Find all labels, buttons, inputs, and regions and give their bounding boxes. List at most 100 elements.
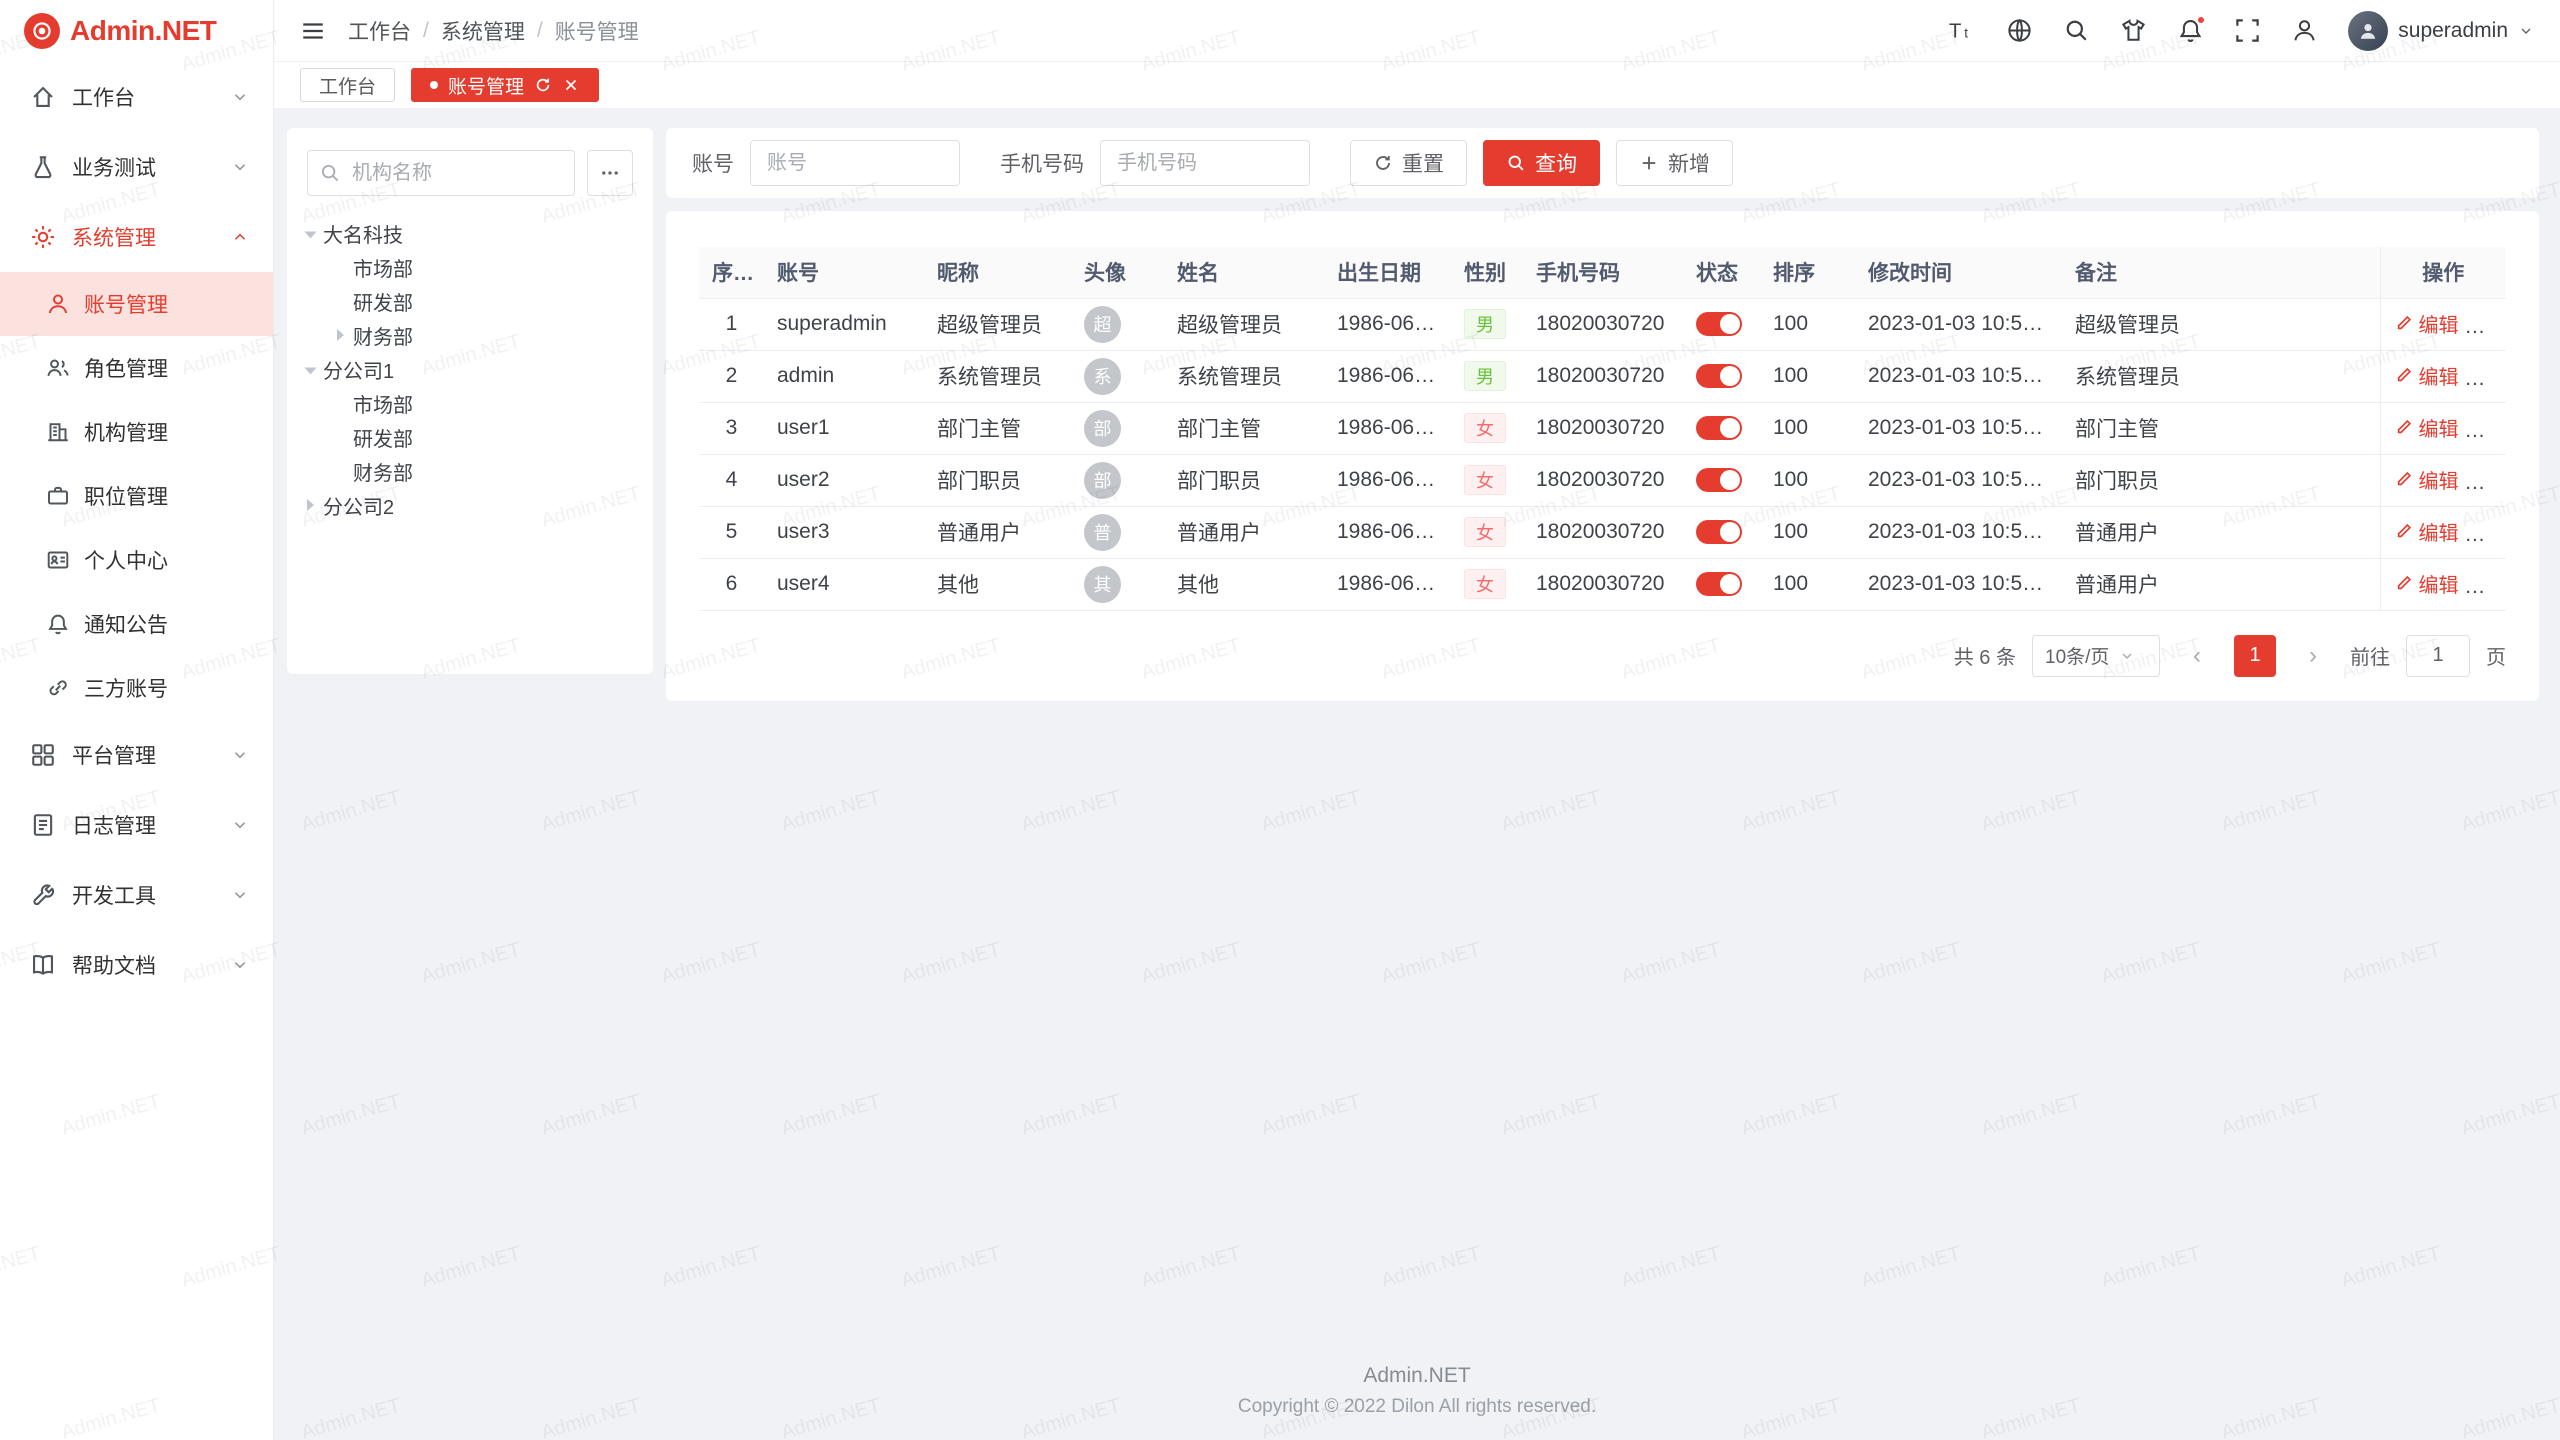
breadcrumb-item[interactable]: 系统管理 [441,16,525,46]
edit-button[interactable]: 编辑 [2394,413,2459,442]
font-size-icon[interactable]: Tt [1949,17,1976,44]
row-more-button[interactable] [2478,472,2500,494]
status-toggle[interactable] [1696,312,1742,336]
status-toggle[interactable] [1696,416,1742,440]
sidebar-item-label: 职位管理 [84,481,168,511]
cell-no: 3 [699,402,764,454]
sidebar-item-account-management[interactable]: 账号管理 [0,272,273,336]
plus-icon [1639,153,1659,173]
sidebar-item-business-test[interactable]: 业务测试 [0,132,273,202]
cell-nickname: 超级管理员 [924,298,1071,350]
table-row: 6 user4 其他 其 其他 1986-06-28 女 18020030720… [699,558,2506,610]
tab-account-management[interactable]: 账号管理 [411,68,599,102]
sidebar-item-personal-center[interactable]: 个人中心 [0,528,273,592]
goto-label: 前往 [2350,641,2390,670]
prev-page-button[interactable]: ‹ [2176,635,2218,677]
breadcrumb-item-current: 账号管理 [555,16,639,46]
row-more-button[interactable] [2478,368,2500,390]
caret-right-icon[interactable] [337,329,344,341]
profile-icon[interactable] [2291,17,2318,44]
tree-node[interactable]: 分公司2 [307,488,633,522]
edit-button[interactable]: 编辑 [2394,361,2459,390]
row-more-button[interactable] [2478,524,2500,546]
sidebar-item-workbench[interactable]: 工作台 [0,62,273,132]
sidebar: Admin.NET 工作台 业务测试 [0,0,274,1440]
tree-node[interactable]: 研发部 [307,420,633,454]
sidebar-item-dev-tools[interactable]: 开发工具 [0,860,273,930]
tree-node[interactable]: 财务部 [307,454,633,488]
edit-button-label: 编辑 [2419,309,2459,338]
edit-button[interactable]: 编辑 [2394,517,2459,546]
tree-node[interactable]: 市场部 [307,386,633,420]
add-button[interactable]: 新增 [1616,140,1733,186]
table-row: 2 admin 系统管理员 系 系统管理员 1986-06-28 男 18020… [699,350,2506,402]
sidebar-item-role-management[interactable]: 角色管理 [0,336,273,400]
cell-nickname: 普通用户 [924,506,1071,558]
row-more-button[interactable] [2478,316,2500,338]
cell-operations: 编辑 [2380,350,2506,402]
edit-button[interactable]: 编辑 [2394,569,2459,598]
sidebar-item-position-management[interactable]: 职位管理 [0,464,273,528]
notification-icon[interactable] [2177,17,2204,44]
edit-button[interactable]: 编辑 [2394,309,2459,338]
cell-remark: 普通用户 [2062,506,2380,558]
goto-page-input[interactable] [2406,635,2470,677]
tree-node[interactable]: 财务部 [307,318,633,352]
refresh-icon[interactable] [534,76,552,94]
status-toggle[interactable] [1696,520,1742,544]
account-filter-input[interactable] [750,140,960,186]
account-table: 序号 账号 昵称 头像 姓名 出生日期 性别 手机号码 状态 排序 修改时间 [699,247,2506,611]
status-toggle[interactable] [1696,572,1742,596]
search-icon[interactable] [2063,17,2090,44]
caret-down-icon[interactable] [305,231,317,238]
row-more-button[interactable] [2478,420,2500,442]
language-icon[interactable] [2006,17,2033,44]
active-tab-dot [430,81,438,89]
cell-gender: 女 [1451,506,1523,558]
page-unit-label: 页 [2486,641,2506,670]
caret-down-icon[interactable] [305,367,317,374]
tree-node[interactable]: 大名科技 [307,216,633,250]
search-button[interactable]: 查询 [1483,140,1600,186]
menu-collapse-icon[interactable] [300,18,326,44]
org-more-button[interactable] [587,150,633,196]
org-name-search-input[interactable] [307,150,575,196]
top-header: 工作台 / 系统管理 / 账号管理 Tt [274,0,2560,62]
sidebar-item-platform-management[interactable]: 平台管理 [0,720,273,790]
row-more-button[interactable] [2478,576,2500,598]
sidebar-item-third-party-account[interactable]: 三方账号 [0,656,273,720]
reset-button[interactable]: 重置 [1350,140,1467,186]
sidebar-item-organization-management[interactable]: 机构管理 [0,400,273,464]
app-logo[interactable]: Admin.NET [0,0,273,62]
cell-sort: 100 [1760,454,1855,506]
sidebar-item-help-docs[interactable]: 帮助文档 [0,930,273,1000]
tree-node[interactable]: 分公司1 [307,352,633,386]
tree-node[interactable]: 市场部 [307,250,633,284]
phone-filter-input[interactable] [1100,140,1310,186]
user-avatar [2348,11,2388,51]
avatar: 系 [1084,358,1121,395]
current-page-button[interactable]: 1 [2234,635,2276,677]
sidebar-item-log-management[interactable]: 日志管理 [0,790,273,860]
next-page-button[interactable]: › [2292,635,2334,677]
edit-button[interactable]: 编辑 [2394,465,2459,494]
tree-node[interactable]: 研发部 [307,284,633,318]
close-icon[interactable] [562,76,580,94]
account-table-card: 序号 账号 昵称 头像 姓名 出生日期 性别 手机号码 状态 排序 修改时间 [666,211,2539,701]
user-menu[interactable]: superadmin [2348,11,2534,51]
breadcrumb-item[interactable]: 工作台 [348,16,411,46]
status-toggle[interactable] [1696,364,1742,388]
sidebar-item-notice-announcement[interactable]: 通知公告 [0,592,273,656]
page-size-select[interactable]: 10条/页 [2032,635,2160,677]
tab-workbench[interactable]: 工作台 [300,68,395,102]
status-toggle[interactable] [1696,468,1742,492]
cell-sort: 100 [1760,298,1855,350]
theme-icon[interactable] [2120,17,2147,44]
caret-right-icon[interactable] [307,499,314,511]
caret-placeholder [337,431,344,443]
sidebar-item-label: 通知公告 [84,609,168,639]
ellipsis-icon [2478,576,2500,598]
sidebar-item-system-management[interactable]: 系统管理 [0,202,273,272]
fullscreen-icon[interactable] [2234,17,2261,44]
cell-remark: 普通用户 [2062,558,2380,610]
